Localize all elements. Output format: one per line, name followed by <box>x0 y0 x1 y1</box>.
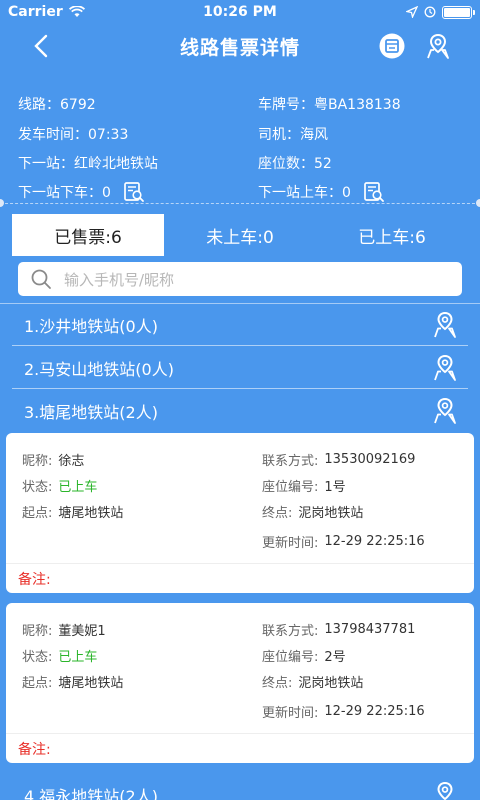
origin-label: 起点: <box>22 505 53 521</box>
station-row[interactable]: 4.福永地铁站(2人) <box>12 774 468 800</box>
destination-value: 泥岗地铁站 <box>298 675 364 691</box>
contact-label: 联系方式: <box>262 623 319 639</box>
remark: 备注: <box>6 563 474 593</box>
ticket-tabs: 已售票:6 未上车:0 已上车:6 <box>12 214 468 256</box>
origin-value: 塘尾地铁站 <box>58 505 124 521</box>
passenger-card[interactable]: 昵称: 董美妮1 联系方式: 13798437781 状态: 已上车 座位编号:… <box>6 603 474 763</box>
updated-value: 12-29 22:25:16 <box>324 533 425 549</box>
tab-sold[interactable]: 已售票:6 <box>12 214 164 256</box>
destination-label: 终点: <box>262 675 293 691</box>
seat-value: 1号 <box>324 479 346 495</box>
tab-not-boarded[interactable]: 未上车:0 <box>164 214 316 256</box>
contact-label: 联系方式: <box>262 453 319 469</box>
nickname-label: 昵称: <box>22 623 53 639</box>
station-row[interactable]: 3.塘尾地铁站(2人) <box>12 390 468 432</box>
contact-value[interactable]: 13530092169 <box>324 452 415 467</box>
station-label: 2.马安山地铁站(0人) <box>24 359 174 379</box>
destination-label: 终点: <box>262 505 293 521</box>
search-placeholder: 输入手机号/昵称 <box>64 270 175 289</box>
status-value: 已上车 <box>58 649 98 665</box>
tab-boarded[interactable]: 已上车:6 <box>316 214 468 256</box>
location-arrow-icon <box>406 6 418 18</box>
status-bar: Carrier 10:26 PM <box>0 0 480 24</box>
seat-label: 座位编号: <box>262 479 319 495</box>
search-input[interactable]: 输入手机号/昵称 <box>18 262 462 296</box>
contact-value[interactable]: 13798437781 <box>324 622 415 637</box>
station-row[interactable]: 1.沙井地铁站(0人) <box>12 304 468 346</box>
next-alight-count: 下一站下车：0 <box>18 185 111 201</box>
updated-label: 更新时间: <box>262 705 319 721</box>
map-location-icon[interactable] <box>432 397 458 425</box>
status-value: 已上车 <box>58 479 98 495</box>
map-location-icon[interactable] <box>432 781 458 800</box>
back-arrow-icon[interactable] <box>30 34 54 58</box>
search-icon <box>31 269 51 289</box>
map-location-icon[interactable] <box>432 311 458 339</box>
station-label: 3.塘尾地铁站(2人) <box>24 403 158 422</box>
driver-name: 司机：海风 <box>258 127 328 143</box>
updated-value: 12-29 22:25:16 <box>324 703 425 719</box>
battery-icon <box>442 5 475 19</box>
station-row[interactable]: 2.马安山地铁站(0人) <box>12 347 468 389</box>
station-label: 1.沙井地铁站(0人) <box>24 316 158 336</box>
remark: 备注: <box>6 733 474 763</box>
ticket-icon[interactable] <box>378 32 406 60</box>
origin-value: 塘尾地铁站 <box>58 675 124 691</box>
nickname-value: 董美妮1 <box>58 623 106 639</box>
updated-label: 更新时间: <box>262 535 319 551</box>
plate-number: 车牌号：粤BA138138 <box>258 97 401 113</box>
seat-label: 座位编号: <box>262 649 319 665</box>
next-board-count: 下一站上车：0 <box>258 185 351 201</box>
alarm-icon <box>424 6 436 18</box>
station-label: 4.福永地铁站(2人) <box>24 787 158 800</box>
status-label: 状态: <box>22 649 53 665</box>
route-number: 线路：6792 <box>18 97 96 113</box>
map-location-icon[interactable] <box>432 354 458 382</box>
board-list-search-icon[interactable] <box>363 181 385 203</box>
alight-list-search-icon[interactable] <box>123 181 145 203</box>
divider-dot-right <box>476 199 480 207</box>
passenger-card[interactable]: 昵称: 徐志 联系方式: 13530092169 状态: 已上车 座位编号: 1… <box>6 433 474 593</box>
wifi-icon <box>68 6 85 17</box>
next-station: 下一站：红岭北地铁站 <box>18 156 158 172</box>
seat-value: 2号 <box>324 649 346 665</box>
nickname-value: 徐志 <box>58 453 85 469</box>
page-title: 线路售票详情 <box>179 36 300 59</box>
map-location-icon[interactable] <box>424 32 452 60</box>
origin-label: 起点: <box>22 675 53 691</box>
status-label: 状态: <box>22 479 53 495</box>
seat-count: 座位数：52 <box>258 156 332 172</box>
divider <box>0 203 480 204</box>
depart-time: 发车时间：07:33 <box>18 127 129 143</box>
nickname-label: 昵称: <box>22 453 53 469</box>
nav-bar: 线路售票详情 <box>0 24 480 68</box>
destination-value: 泥岗地铁站 <box>298 505 364 521</box>
carrier-label: Carrier <box>8 4 63 20</box>
